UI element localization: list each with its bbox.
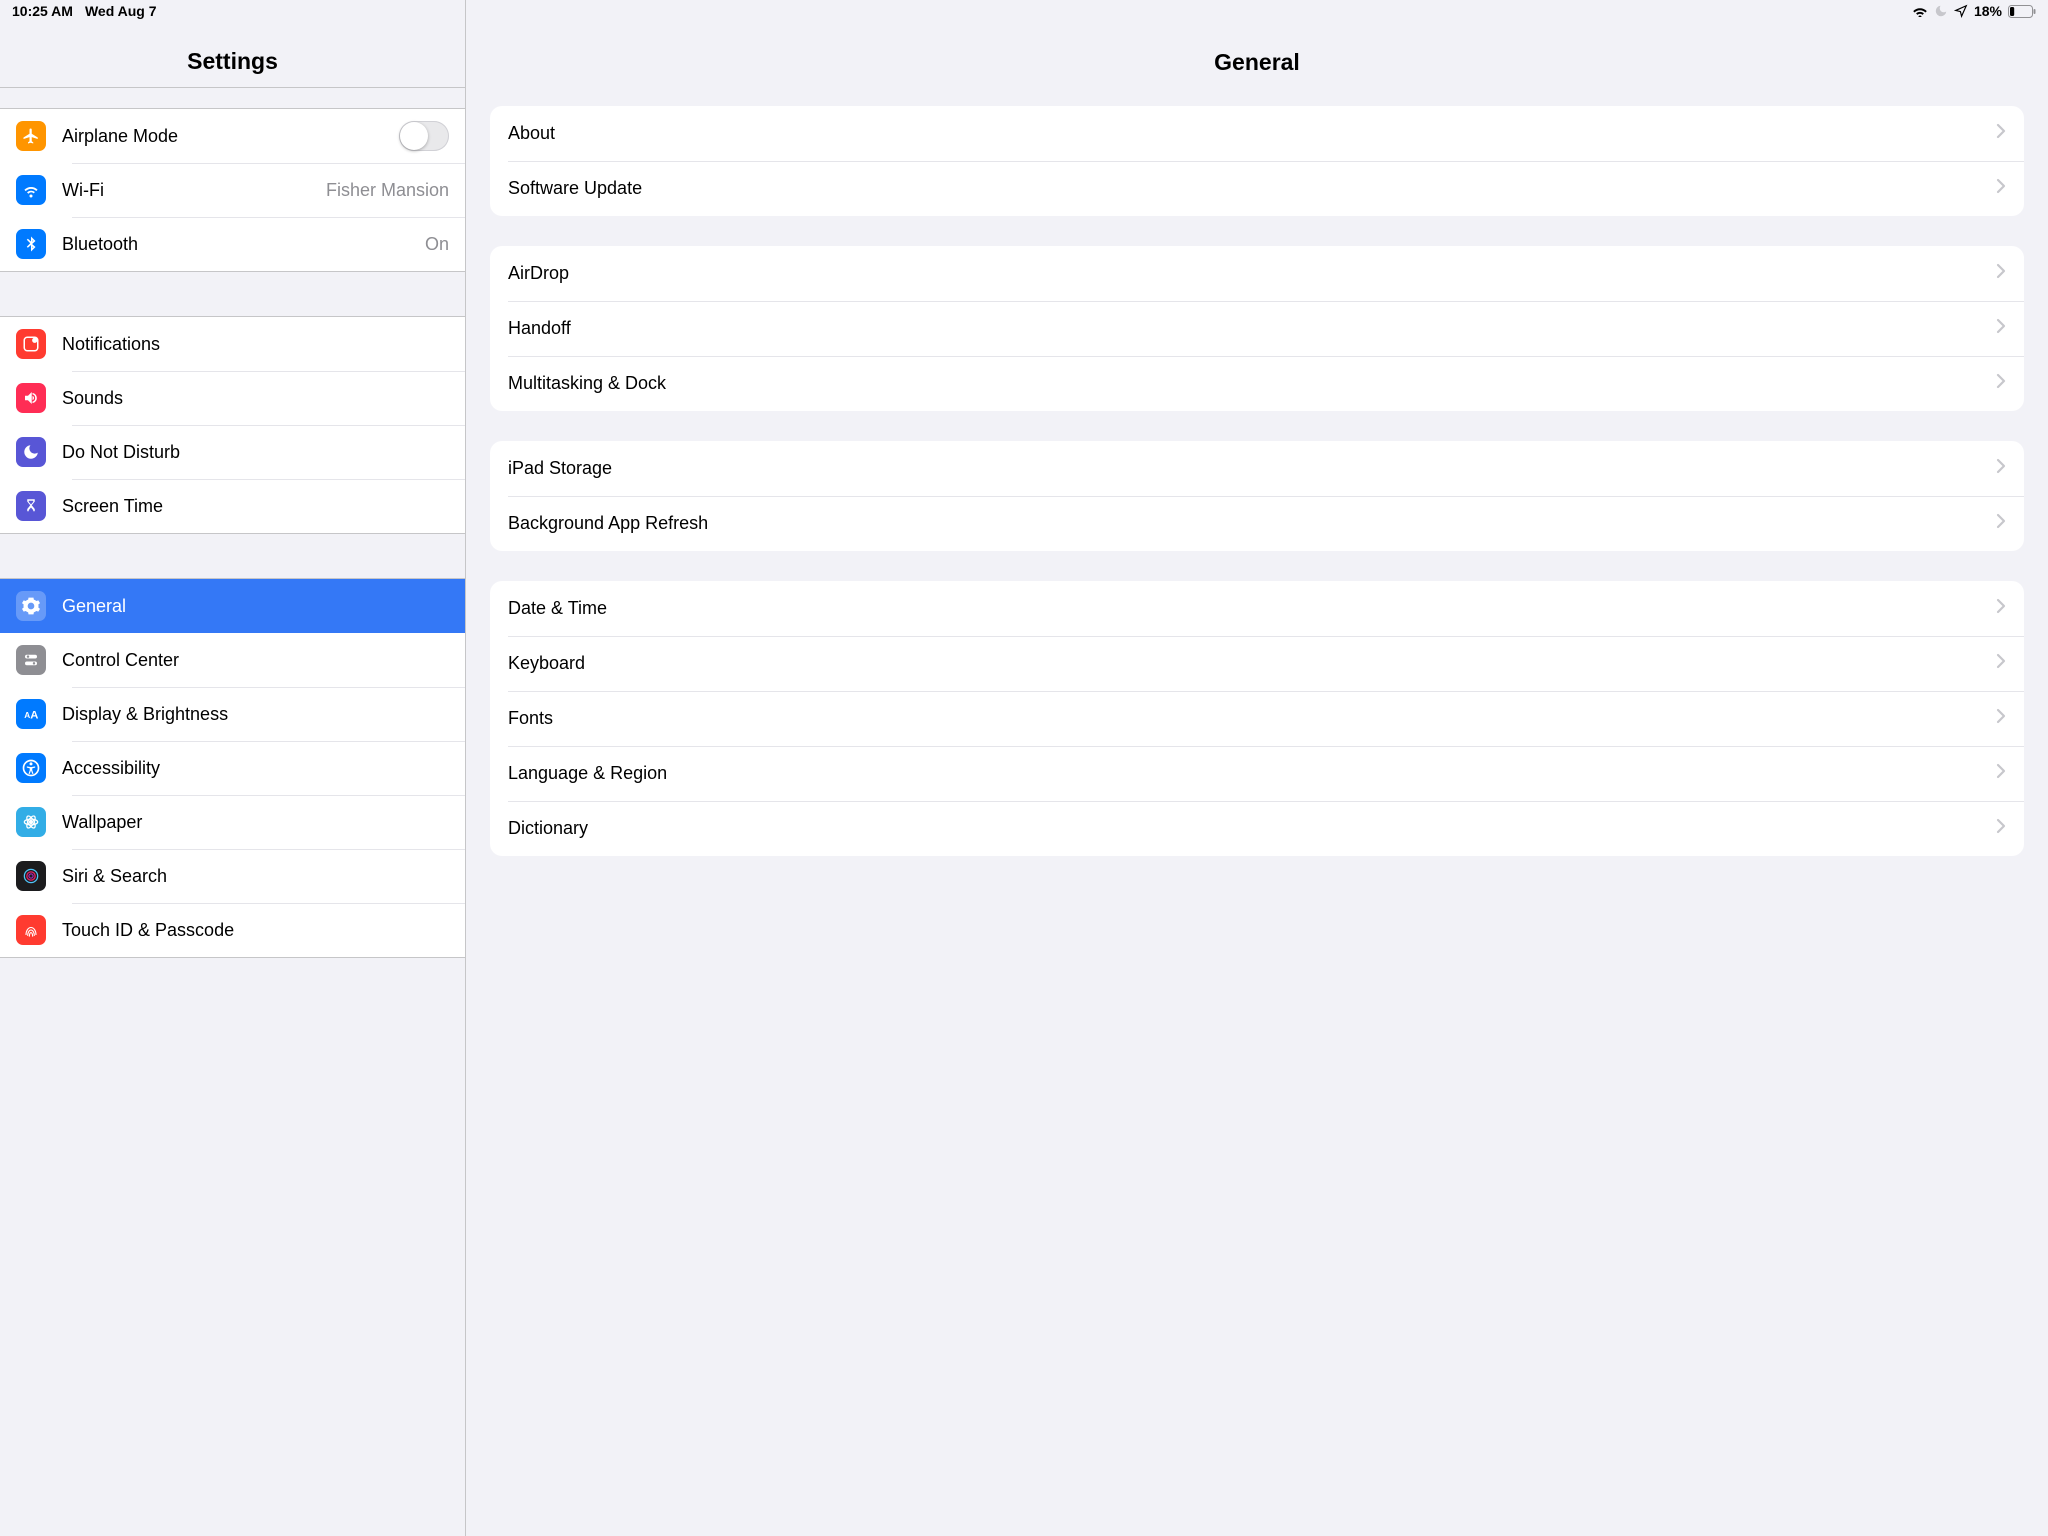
chevron-right-icon — [1996, 763, 2006, 784]
siri-icon — [16, 861, 46, 891]
bluetooth-icon — [16, 229, 46, 259]
sidebar-item-label: Display & Brightness — [62, 704, 449, 725]
chevron-right-icon — [1996, 178, 2006, 199]
sidebar-item-label: Siri & Search — [62, 866, 449, 887]
general-airdrop[interactable]: AirDrop — [490, 246, 2024, 301]
row-label: Background App Refresh — [508, 513, 1996, 534]
sidebar-item-label: Screen Time — [62, 496, 449, 517]
notifications-icon — [16, 329, 46, 359]
location-icon — [1954, 4, 1968, 18]
sidebar-item-wallpaper[interactable]: Wallpaper — [0, 795, 465, 849]
chevron-right-icon — [1996, 708, 2006, 729]
sidebar-item-label: Bluetooth — [62, 234, 425, 255]
svg-text:A: A — [24, 711, 30, 720]
sidebar-item-label: Sounds — [62, 388, 449, 409]
chevron-right-icon — [1996, 653, 2006, 674]
row-label: Date & Time — [508, 598, 1996, 619]
general-handoff[interactable]: Handoff — [490, 301, 2024, 356]
text-size-icon: AA — [16, 699, 46, 729]
chevron-right-icon — [1996, 373, 2006, 394]
chevron-right-icon — [1996, 458, 2006, 479]
sidebar-item-sounds[interactable]: Sounds — [0, 371, 465, 425]
sidebar-item-do-not-disturb[interactable]: Do Not Disturb — [0, 425, 465, 479]
general-multitasking-dock[interactable]: Multitasking & Dock — [490, 356, 2024, 411]
sidebar-item-general[interactable]: General — [0, 579, 465, 633]
status-bar: 10:25 AM Wed Aug 7 18% — [0, 0, 2048, 22]
chevron-right-icon — [1996, 598, 2006, 619]
battery-pct: 18% — [1974, 3, 2002, 19]
airplane-toggle[interactable] — [399, 121, 449, 151]
gear-icon — [16, 591, 46, 621]
airplane-icon — [16, 121, 46, 151]
chevron-right-icon — [1996, 513, 2006, 534]
chevron-right-icon — [1996, 318, 2006, 339]
row-label: AirDrop — [508, 263, 1996, 284]
sidebar-item-notifications[interactable]: Notifications — [0, 317, 465, 371]
detail-title: General — [1214, 49, 1300, 76]
sidebar-item-airplane-mode[interactable]: Airplane Mode — [0, 109, 465, 163]
sidebar-title: Settings — [187, 48, 278, 75]
row-label: Keyboard — [508, 653, 1996, 674]
chevron-right-icon — [1996, 263, 2006, 284]
chevron-right-icon — [1996, 123, 2006, 144]
sidebar-item-label: Notifications — [62, 334, 449, 355]
wallpaper-icon — [16, 807, 46, 837]
detail-pane: General About Software Update AirDrop — [466, 0, 2048, 1536]
moon-icon — [16, 437, 46, 467]
row-label: About — [508, 123, 1996, 144]
accessibility-icon — [16, 753, 46, 783]
sidebar-item-label: Control Center — [62, 650, 449, 671]
row-label: Language & Region — [508, 763, 1996, 784]
row-label: Handoff — [508, 318, 1996, 339]
sidebar-item-siri-search[interactable]: Siri & Search — [0, 849, 465, 903]
row-label: Dictionary — [508, 818, 1996, 839]
status-time: 10:25 AM — [12, 3, 73, 19]
row-label: iPad Storage — [508, 458, 1996, 479]
general-fonts[interactable]: Fonts — [490, 691, 2024, 746]
settings-sidebar: Settings Airplane Mode Wi-Fi Fisher M — [0, 0, 466, 1536]
sidebar-item-label: Wi-Fi — [62, 180, 326, 201]
sidebar-item-screen-time[interactable]: Screen Time — [0, 479, 465, 533]
sidebar-item-label: Accessibility — [62, 758, 449, 779]
sidebar-item-wifi[interactable]: Wi-Fi Fisher Mansion — [0, 163, 465, 217]
sidebar-item-label: Do Not Disturb — [62, 442, 449, 463]
status-date: Wed Aug 7 — [85, 3, 157, 19]
general-background-app-refresh[interactable]: Background App Refresh — [490, 496, 2024, 551]
sidebar-item-label: Wallpaper — [62, 812, 449, 833]
sidebar-item-touchid-passcode[interactable]: Touch ID & Passcode — [0, 903, 465, 957]
sidebar-item-bluetooth[interactable]: Bluetooth On — [0, 217, 465, 271]
hourglass-icon — [16, 491, 46, 521]
wifi-icon — [1912, 5, 1928, 17]
sidebar-item-label: Airplane Mode — [62, 126, 399, 147]
sidebar-item-accessibility[interactable]: Accessibility — [0, 741, 465, 795]
general-language-region[interactable]: Language & Region — [490, 746, 2024, 801]
fingerprint-icon — [16, 915, 46, 945]
general-date-time[interactable]: Date & Time — [490, 581, 2024, 636]
row-label: Fonts — [508, 708, 1996, 729]
battery-icon — [2008, 5, 2036, 18]
sidebar-item-label: Touch ID & Passcode — [62, 920, 449, 941]
dnd-moon-icon — [1934, 4, 1948, 18]
general-about[interactable]: About — [490, 106, 2024, 161]
wifi-value: Fisher Mansion — [326, 180, 449, 201]
sidebar-item-display-brightness[interactable]: AA Display & Brightness — [0, 687, 465, 741]
row-label: Software Update — [508, 178, 1996, 199]
wifi-icon — [16, 175, 46, 205]
general-dictionary[interactable]: Dictionary — [490, 801, 2024, 856]
chevron-right-icon — [1996, 818, 2006, 839]
general-software-update[interactable]: Software Update — [490, 161, 2024, 216]
general-keyboard[interactable]: Keyboard — [490, 636, 2024, 691]
sidebar-item-control-center[interactable]: Control Center — [0, 633, 465, 687]
control-center-icon — [16, 645, 46, 675]
sounds-icon — [16, 383, 46, 413]
general-ipad-storage[interactable]: iPad Storage — [490, 441, 2024, 496]
bluetooth-value: On — [425, 234, 449, 255]
svg-text:A: A — [30, 710, 38, 722]
row-label: Multitasking & Dock — [508, 373, 1996, 394]
sidebar-item-label: General — [62, 596, 449, 617]
